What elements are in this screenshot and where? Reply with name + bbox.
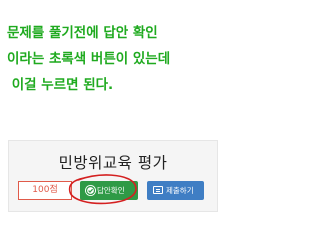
instruction-line-3: 이걸 누르면 된다. [7,77,114,93]
instruction-text: 문제를 풀기전에 답안 확인 이라는 초록색 버튼이 있는데 이걸 누르면 된다… [7,20,221,98]
submit-label: 제출하기 [166,186,194,195]
submit-button[interactable]: 제출하기 [147,181,204,200]
instruction-line-2: 이라는 초록색 버튼이 있는데 [7,51,171,67]
score-box: 100점 [18,181,72,200]
quiz-panel: 민방위교육 평가 100점 답안확인 제출하기 [8,140,218,212]
check-answer-icon [85,185,96,196]
score-value: 100점 [32,185,58,195]
check-answer-button[interactable]: 답안확인 [80,181,138,200]
check-answer-label: 답안확인 [97,186,125,195]
instruction-line-1: 문제를 풀기전에 답안 확인 [7,25,158,41]
submit-icon [153,186,163,194]
quiz-title: 민방위교육 평가 [58,154,168,172]
